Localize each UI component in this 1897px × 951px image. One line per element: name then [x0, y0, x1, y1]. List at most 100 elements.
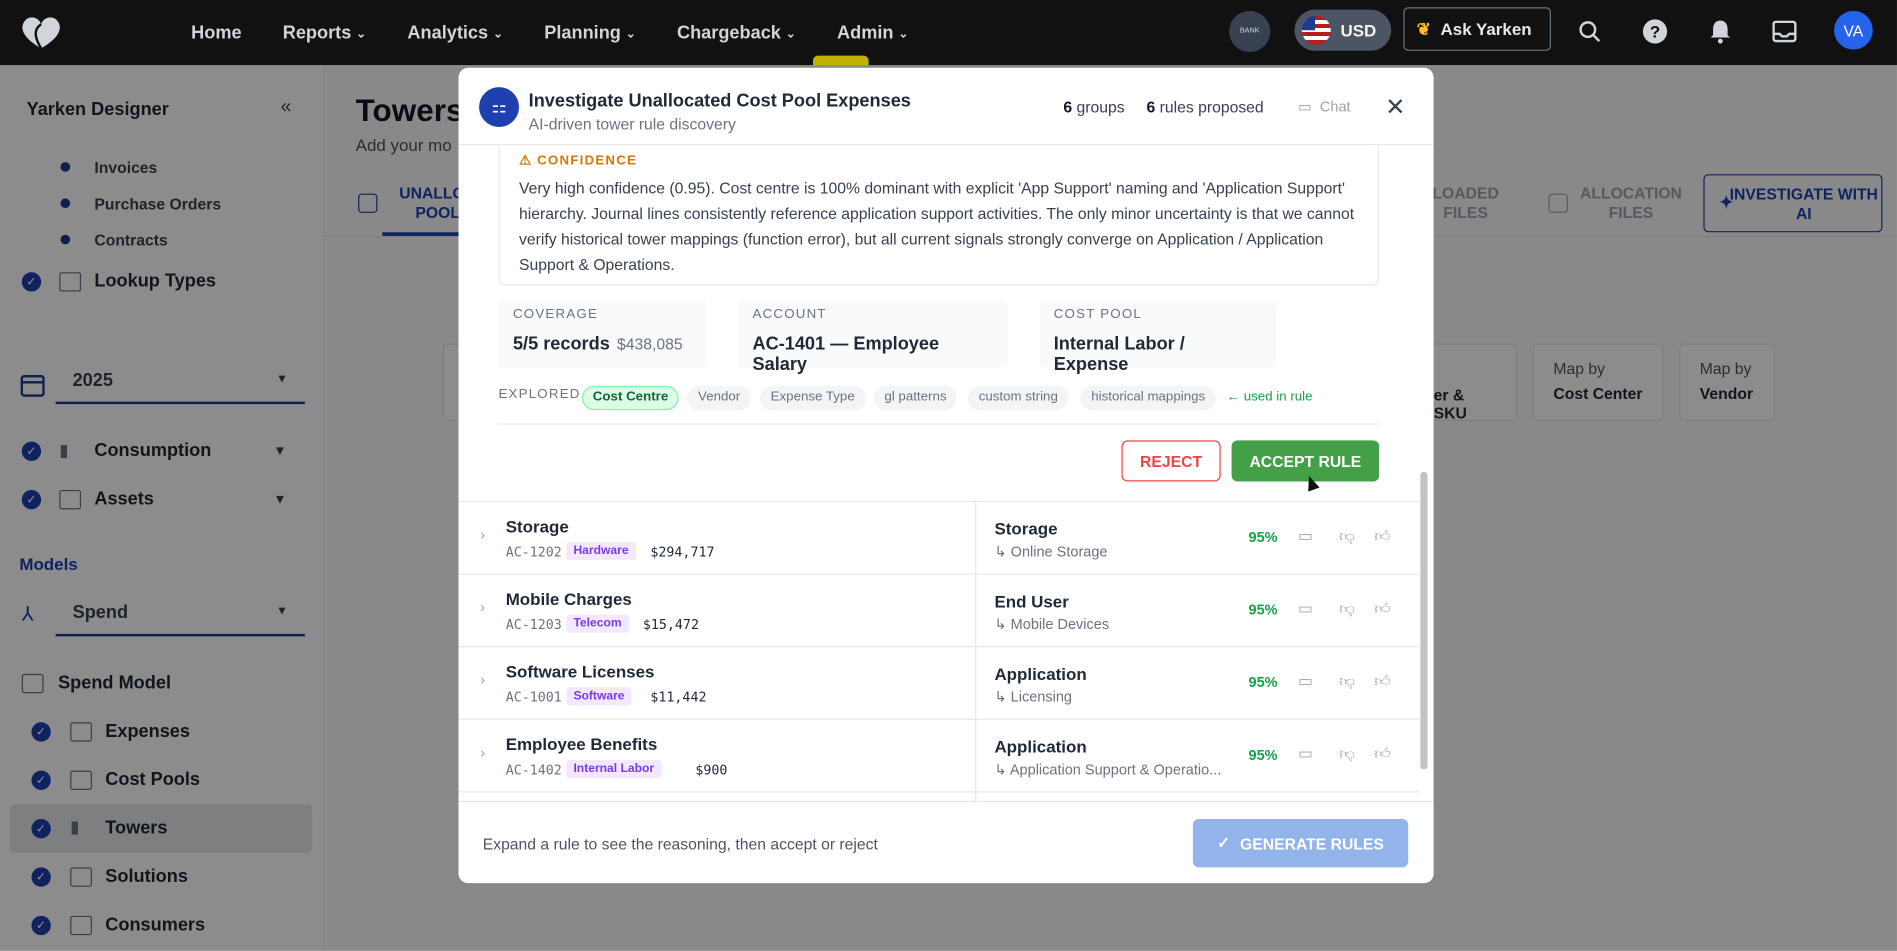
explored-label: EXPLORED	[498, 387, 581, 402]
coverage-value: 5/5 records	[512, 333, 610, 355]
us-flag-icon	[1301, 15, 1331, 45]
thumbs-up-icon[interactable]: 👍︎	[1374, 526, 1390, 545]
rule-row[interactable]: › Employee Benefits AC-1402 Internal Lab…	[458, 718, 1420, 793]
avatar-initials: VA	[1843, 21, 1864, 40]
thumbs-down-icon[interactable]: 👎︎	[1339, 744, 1355, 763]
generate-label: GENERATE RULES	[1240, 834, 1384, 853]
warning-icon: ⚠	[519, 153, 533, 169]
nav-item[interactable]: Home	[191, 22, 241, 43]
row-amount: $900	[695, 762, 728, 778]
row-subtower-label: Online Storage	[1010, 543, 1108, 561]
chevron-right-icon[interactable]: ›	[480, 744, 485, 761]
thumbs-up-icon[interactable]: 👍︎	[1374, 671, 1390, 690]
yarken-logo[interactable]	[17, 12, 65, 53]
row-tag: Hardware	[566, 541, 636, 561]
nav-item[interactable]: Admin ⌄	[837, 22, 908, 43]
row-confidence: 95%	[1248, 528, 1278, 546]
row-subtower-label: Application Support & Operatio...	[1009, 760, 1222, 778]
help-icon[interactable]: ?	[1640, 17, 1669, 46]
row-amount: $15,472	[642, 616, 699, 633]
coverage-card: COVERAGE 5/5 records $438,085	[498, 300, 707, 368]
rule-row[interactable]: › Storage AC-1202 Hardware $294,717 Stor…	[458, 500, 1420, 575]
comment-icon[interactable]: ▭	[1298, 526, 1313, 545]
svg-text:?: ?	[1650, 23, 1660, 42]
scrollbar[interactable]	[1420, 471, 1428, 770]
nav-item-label: Admin	[837, 22, 894, 43]
row-code: AC-1402	[505, 762, 562, 778]
chevron-down-icon: ⌄	[492, 27, 504, 41]
row-tag: Software	[566, 687, 632, 706]
account-card: ACCOUNT AC-1401 — Employee Salary	[737, 300, 1008, 375]
comment-icon[interactable]: ▭	[1298, 671, 1313, 690]
cost-pool-value: Internal Labor / Expense	[1053, 333, 1185, 376]
row-amount: $11,442	[650, 689, 707, 706]
rules-label: rules proposed	[1159, 97, 1264, 117]
row-subtower: ↳ Mobile Devices	[994, 615, 1110, 633]
row-confidence: 95%	[1248, 746, 1278, 764]
reject-button[interactable]: REJECT	[1121, 440, 1221, 482]
row-confidence: 95%	[1248, 673, 1278, 691]
inbox-icon[interactable]	[1770, 17, 1799, 46]
divider	[975, 719, 977, 793]
row-code: AC-1202	[505, 544, 562, 561]
row-tag: Telecom	[566, 614, 629, 633]
close-icon[interactable]: ✕	[1385, 92, 1405, 122]
comment-icon[interactable]: ▭	[1298, 599, 1313, 618]
nav-item[interactable]: Analytics ⌄	[407, 22, 503, 43]
row-tower: Application	[994, 664, 1087, 684]
account-value: AC-1401 — Employee Salary	[752, 333, 940, 376]
ask-label: Ask Yarken	[1440, 19, 1532, 39]
row-tower: Storage	[994, 519, 1058, 539]
bell-icon[interactable]	[1706, 17, 1735, 46]
row-name: Storage	[505, 516, 569, 536]
modal-subtitle: AI-driven tower rule discovery	[528, 114, 736, 134]
chip-custom-string: custom string	[967, 385, 1069, 411]
chevron-down-icon: ⌄	[785, 27, 796, 41]
row-tower: End User	[994, 591, 1069, 611]
ask-yarken-button[interactable]: ❦ Ask Yarken	[1403, 7, 1551, 51]
row-subtower: ↳ Licensing	[994, 688, 1072, 706]
row-amount: $294,717	[650, 544, 715, 561]
admin-indicator	[812, 55, 869, 66]
rules-list: › Storage AC-1202 Hardware $294,717 Stor…	[458, 500, 1420, 810]
chat-icon: ▭	[1298, 97, 1312, 115]
modal-backdrop-sidebar[interactable]	[0, 65, 325, 951]
thumbs-up-icon[interactable]: 👍︎	[1374, 599, 1390, 618]
currency-selector[interactable]: USD	[1294, 9, 1392, 51]
chevron-down-icon: ⌄	[356, 27, 367, 41]
divider	[498, 423, 1380, 425]
thumbs-down-icon[interactable]: 👎︎	[1339, 599, 1355, 618]
rules-count: 6	[1146, 97, 1156, 117]
generate-rules-button[interactable]: ✓ GENERATE RULES	[1192, 819, 1409, 868]
row-name: Employee Benefits	[505, 734, 658, 754]
groups-label: groups	[1076, 97, 1125, 117]
chevron-right-icon[interactable]: ›	[480, 671, 485, 688]
search-icon[interactable]	[1575, 17, 1604, 46]
nav-item-label: Home	[191, 22, 242, 43]
row-subtower: ↳ Online Storage	[994, 543, 1108, 561]
bank-icon[interactable]: BANK	[1229, 10, 1271, 53]
chevron-right-icon[interactable]: ›	[480, 526, 485, 543]
nav-item[interactable]: Reports ⌄	[283, 22, 367, 43]
check-icon: ✓	[1217, 833, 1231, 852]
row-name: Mobile Charges	[505, 589, 632, 609]
coverage-amount: $438,085	[617, 335, 683, 354]
row-subtower: ↳ Application Support & Operatio...	[994, 760, 1222, 778]
thumbs-down-icon[interactable]: 👎︎	[1339, 526, 1355, 545]
confidence-text: Very high confidence (0.95). Cost centre…	[519, 179, 1355, 274]
comment-icon[interactable]: ▭	[1298, 744, 1313, 763]
rule-row[interactable]: › Mobile Charges AC-1203 Telecom $15,472…	[458, 573, 1420, 648]
nav-item-label: Chargeback	[676, 22, 781, 43]
chevron-down-icon: ⌄	[625, 27, 636, 41]
chat-button[interactable]: ▭ Chat	[1298, 98, 1350, 115]
rule-row[interactable]: › Software Licenses AC-1001 Software $11…	[458, 646, 1420, 720]
chevron-right-icon[interactable]: ›	[480, 599, 485, 616]
top-nav: Home Reports ⌄ Analytics ⌄ Planning ⌄ Chargebac…	[0, 0, 1897, 66]
thumbs-down-icon[interactable]: 👎︎	[1339, 671, 1355, 690]
avatar[interactable]: VA	[1834, 10, 1873, 50]
confidence-panel: ⚠ CONFIDENCE Very high confidence (0.95)…	[498, 145, 1380, 286]
nav-item[interactable]: Planning ⌄	[544, 22, 636, 43]
accept-rule-button[interactable]: ACCEPT RULE	[1231, 440, 1380, 482]
thumbs-up-icon[interactable]: 👍︎	[1374, 744, 1390, 763]
nav-item[interactable]: Chargeback ⌄	[677, 22, 796, 43]
